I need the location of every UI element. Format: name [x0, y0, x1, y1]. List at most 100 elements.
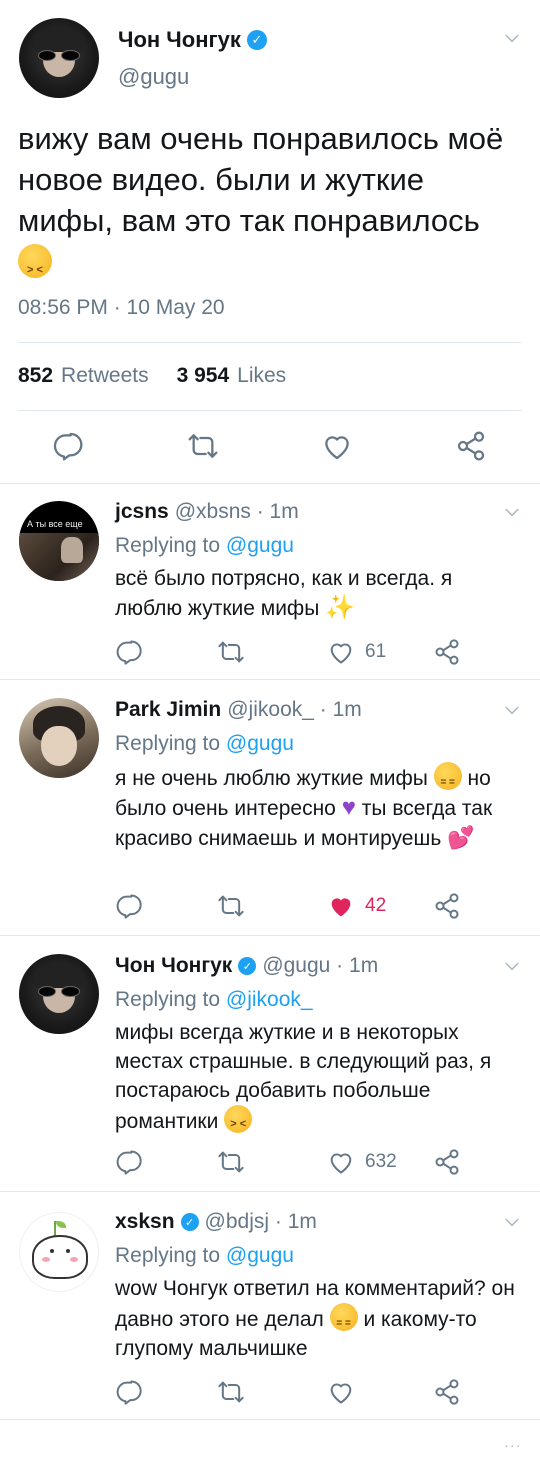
replying-to: Replying to @gugu [115, 732, 294, 756]
retweet-icon[interactable] [186, 430, 220, 462]
tweet-actions [0, 420, 540, 472]
author-handle[interactable]: @gugu [118, 64, 189, 90]
replying-prefix: Replying to [115, 732, 221, 755]
avatar-caption: А ты все еще [27, 519, 83, 529]
avatar[interactable] [19, 698, 99, 778]
share-icon[interactable] [433, 638, 461, 666]
replying-to-handle[interactable]: @gugu [226, 1244, 294, 1267]
verified-icon: ✓ [238, 957, 257, 975]
author-row: xsksn ✓ @bdjsj · 1m [115, 1210, 317, 1234]
reply-text-content: всё было потрясно, как и всегда. я люблю… [115, 567, 453, 620]
reply-text-content: мифы всегда жуткие и в некоторых местах … [115, 1021, 492, 1133]
chevron-down-icon[interactable] [502, 700, 522, 725]
avatar[interactable] [19, 18, 99, 98]
divider [18, 410, 522, 411]
retweets-count[interactable]: 852 [18, 364, 53, 388]
author-handle[interactable]: @bdjsj · 1m [205, 1210, 317, 1234]
author-name[interactable]: Park Jimin [115, 698, 221, 722]
reply-icon[interactable] [115, 1378, 143, 1406]
avatar-eye [66, 1249, 70, 1253]
avatar-figure [61, 537, 83, 563]
author-handle[interactable]: @gugu · 1m [262, 954, 378, 978]
reply-text-part: я не очень люблю жуткие мифы [115, 767, 428, 790]
share-icon[interactable] [433, 1148, 461, 1176]
main-tweet: Чон Чонгук ✓ @gugu вижу вам очень понрав… [0, 0, 540, 484]
likes-label[interactable]: Likes [237, 364, 286, 388]
like-icon[interactable] [327, 1378, 355, 1406]
author-name[interactable]: Чон Чонгук [115, 954, 232, 978]
chevron-down-icon[interactable] [502, 502, 522, 527]
share-icon[interactable] [433, 892, 461, 920]
author-row: Чон Чонгук ✓ [118, 27, 267, 53]
replying-prefix: Replying to [115, 1244, 221, 1267]
reply-tweet[interactable]: Чон Чонгук ✓ @gugu · 1m Replying to @jik… [0, 936, 540, 1192]
avatar[interactable]: А ты все еще [19, 501, 99, 581]
retweet-icon[interactable] [216, 1148, 246, 1176]
author-name[interactable]: Чон Чонгук [118, 27, 241, 53]
author-row: Чон Чонгук ✓ @gugu · 1m [115, 954, 378, 978]
avatar-scene [19, 533, 99, 581]
replying-to-handle[interactable]: @gugu [226, 732, 294, 755]
avatar-cheek [42, 1257, 50, 1262]
like-count: 632 [365, 1151, 397, 1172]
replying-to: Replying to @jikook_ [115, 988, 313, 1012]
grinning-squint-emoji-icon [224, 1105, 253, 1139]
author-handle[interactable]: @xbsns · 1m [175, 500, 299, 524]
reply-text: всё было потрясно, как и всегда. я люблю… [115, 564, 520, 623]
replying-prefix: Replying to [115, 988, 221, 1011]
author-name[interactable]: xsksn [115, 1210, 175, 1234]
reply-tweet[interactable]: xsksn ✓ @bdjsj · 1m Replying to @gugu wo… [0, 1192, 540, 1420]
reply-tweet[interactable]: Park Jimin @jikook_ · 1m Replying to @gu… [0, 680, 540, 936]
grinning-squint-emoji-icon [18, 244, 52, 291]
avatar-character [32, 1235, 88, 1279]
unamused-emoji-icon [329, 1303, 358, 1338]
reply-actions: 42 [115, 892, 520, 922]
chevron-down-icon[interactable] [502, 1212, 522, 1237]
chevron-down-icon[interactable] [502, 956, 522, 981]
purple-heart-emoji-icon: ♥ [341, 794, 356, 821]
avatar-face [41, 726, 77, 766]
avatar-glasses [38, 986, 80, 998]
divider [18, 342, 522, 343]
author-handle[interactable]: @jikook_ · 1m [227, 698, 362, 722]
timestamp[interactable]: 08:56 PM · 10 May 20 [18, 296, 225, 320]
reply-text: мифы всегда жуткие и в некоторых местах … [115, 1018, 520, 1139]
retweet-icon[interactable] [216, 1378, 246, 1406]
retweet-icon[interactable] [216, 892, 246, 920]
author-row: jcsns @xbsns · 1m [115, 500, 299, 524]
reply-icon[interactable] [52, 430, 84, 462]
replying-prefix: Replying to [115, 534, 221, 557]
tweet-stats: 852 Retweets 3 954 Likes [18, 364, 286, 388]
avatar-cheek [70, 1257, 78, 1262]
reply-icon[interactable] [115, 1148, 143, 1176]
reply-icon[interactable] [115, 892, 143, 920]
sparkles-emoji-icon: ✨ [325, 594, 356, 621]
like-icon[interactable] [327, 1148, 355, 1176]
like-count: 42 [365, 895, 387, 916]
replying-to: Replying to @gugu [115, 534, 294, 558]
author-name[interactable]: jcsns [115, 500, 169, 524]
unamused-emoji-icon [433, 762, 462, 797]
avatar-cap [33, 965, 85, 988]
like-icon[interactable] [327, 638, 355, 666]
reply-tweet[interactable]: А ты все еще jcsns @xbsns · 1m Replying … [0, 484, 540, 680]
replying-to-handle[interactable]: @gugu [226, 534, 294, 557]
avatar[interactable] [19, 1212, 99, 1292]
share-icon[interactable] [433, 1378, 461, 1406]
reply-text: я не очень люблю жуткие мифы но было оче… [115, 762, 520, 853]
retweet-icon[interactable] [216, 638, 246, 666]
likes-count[interactable]: 3 954 [177, 364, 230, 388]
retweets-label[interactable]: Retweets [61, 364, 149, 388]
like-filled-icon[interactable] [327, 892, 355, 920]
share-icon[interactable] [455, 430, 487, 462]
chevron-down-icon[interactable] [502, 28, 522, 53]
reply-actions: 632 [115, 1148, 520, 1178]
verified-icon: ✓ [246, 30, 267, 50]
replying-to-handle[interactable]: @jikook_ [226, 988, 313, 1011]
replying-to: Replying to @gugu [115, 1244, 294, 1268]
avatar[interactable] [19, 954, 99, 1034]
reply-icon[interactable] [115, 638, 143, 666]
like-icon[interactable] [321, 430, 353, 462]
reply-actions [115, 1378, 520, 1408]
more-ellipsis: ... [504, 1434, 522, 1450]
